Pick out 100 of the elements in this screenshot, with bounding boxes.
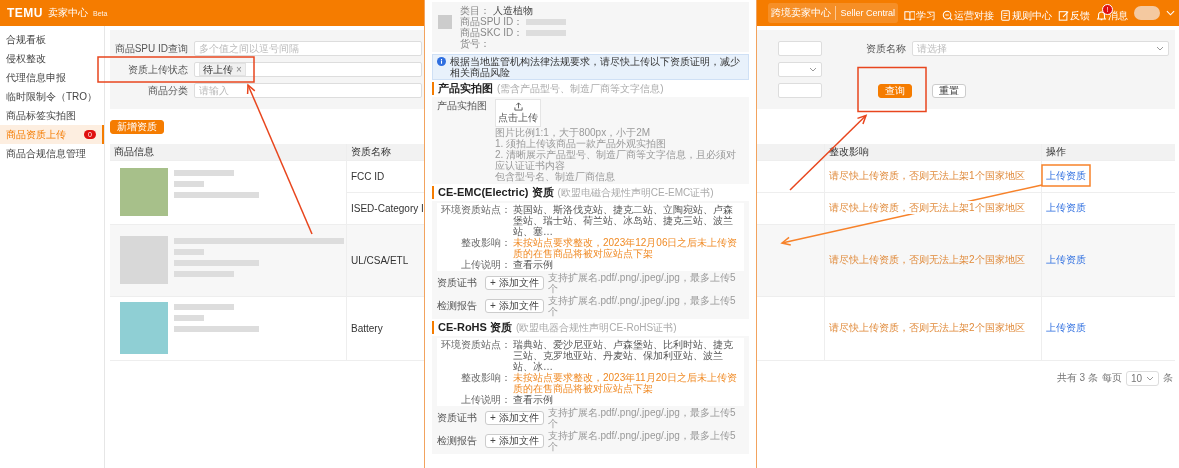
field-label: 上传说明： bbox=[460, 394, 511, 405]
app-title: 卖家中心 bbox=[48, 6, 88, 20]
sidebar-item[interactable]: 临时限制令（TRO） bbox=[0, 87, 104, 106]
column-header: 整改影响 bbox=[824, 144, 1042, 160]
filter-tag[interactable]: 待上传 × bbox=[199, 63, 246, 76]
field-label: 上传说明： bbox=[460, 259, 511, 270]
field-label: 资质名称 bbox=[865, 41, 906, 56]
field-label: 检测报告 bbox=[437, 434, 478, 448]
add-file-button[interactable]: + 添加文件 bbox=[485, 299, 544, 313]
blurred-text bbox=[174, 170, 234, 176]
chevron-down-icon bbox=[1156, 46, 1164, 51]
blurred-text bbox=[526, 29, 567, 36]
hint-text: 支持扩展名.pdf/.png/.jpeg/.jpg，最多上传5个 bbox=[547, 295, 737, 317]
column-header: 商品信息 bbox=[110, 144, 347, 160]
field-label: 商品SPU ID查询 bbox=[113, 41, 188, 56]
total-count: 共有 3 条 bbox=[1056, 371, 1098, 385]
logo[interactable]: TEMU bbox=[7, 6, 43, 20]
input-field[interactable]: 请输入 bbox=[194, 83, 422, 98]
blurred-text bbox=[526, 18, 567, 25]
field-label: 环境资质站点： bbox=[441, 204, 511, 217]
blurred-text bbox=[174, 315, 204, 321]
warning-text: 请尽快上传资质，否则无法上架1个国家地区 bbox=[829, 201, 1025, 214]
section-title: CE-EMC(Electric) 资质 bbox=[438, 186, 554, 198]
add-button[interactable]: 新增资质 bbox=[110, 120, 164, 134]
document-icon bbox=[1000, 10, 1011, 21]
photo-placeholder bbox=[120, 168, 168, 216]
upload-link[interactable]: 上传资质 bbox=[1046, 254, 1086, 265]
section-title: CE-RoHS 资质 bbox=[438, 321, 512, 333]
upload-link[interactable]: 上传资质 bbox=[1046, 202, 1086, 213]
nav-link[interactable]: 规则中心 bbox=[1000, 3, 1052, 23]
nav-link[interactable]: 反馈 bbox=[1058, 3, 1090, 23]
chevron-down-icon bbox=[1166, 10, 1175, 16]
example-link[interactable]: 查看示例 bbox=[513, 394, 740, 405]
page-size-select[interactable]: 10 bbox=[1125, 370, 1159, 386]
page-size-label: 每页 bbox=[1101, 371, 1122, 385]
select-field[interactable] bbox=[778, 62, 822, 77]
field-value: 瑞典站、爱沙尼亚站、卢森堡站、比利时站、捷克三站、克罗地亚站、丹麦站、保加利亚站、波兰站、冰… bbox=[513, 339, 734, 372]
nav-link[interactable]: 学习 bbox=[904, 3, 936, 23]
bell-icon bbox=[1096, 10, 1107, 21]
add-file-button[interactable]: + 添加文件 bbox=[485, 434, 544, 448]
upload-link[interactable]: 上传资质 bbox=[1046, 322, 1086, 333]
notice-text: 根据当地监管机构法律法规要求，请尽快上传以下资质证明，减少相关商品风险 bbox=[450, 56, 741, 78]
field-label: 产品实拍图 bbox=[437, 99, 488, 113]
annotation-box bbox=[857, 66, 927, 113]
input-field[interactable] bbox=[778, 41, 822, 56]
chevron-down-icon bbox=[1146, 375, 1154, 381]
sidebar-item[interactable]: 商品标签实拍图 bbox=[0, 106, 104, 125]
field-label: 资质证书 bbox=[437, 276, 478, 290]
upload-icon bbox=[513, 101, 523, 111]
warning-text: 请尽快上传资质，否则无法上架2个国家地区 bbox=[829, 253, 1025, 266]
sidebar-item[interactable]: 侵权整改 bbox=[0, 49, 104, 68]
sidebar-item[interactable]: 商品合规信息管理 bbox=[0, 144, 104, 163]
hint-text: 包含型号名、制造厂商信息 bbox=[495, 171, 616, 182]
search-button[interactable]: 查询 bbox=[878, 83, 912, 98]
portal-label: Seller Central bbox=[839, 8, 895, 18]
hint-text: 支持扩展名.pdf/.png/.jpeg/.jpg，最多上传5个 bbox=[547, 272, 737, 294]
tag-select[interactable]: 待上传 × bbox=[194, 62, 422, 77]
upload-button[interactable]: 点击上传 bbox=[495, 99, 541, 127]
info-icon bbox=[437, 57, 446, 66]
blurred-text bbox=[174, 271, 234, 277]
book-icon bbox=[904, 10, 915, 21]
field-label: 货号： bbox=[460, 38, 490, 49]
example-link[interactable]: 查看示例 bbox=[513, 259, 740, 270]
field-value: 英国站、斯洛伐克站、捷克二站、立陶宛站、卢森堡站、瑞士站、荷兰站、冰岛站、捷克三站、波兰站、塞… bbox=[513, 204, 734, 237]
field-label: 资质证书 bbox=[437, 411, 478, 425]
avatar-placeholder[interactable] bbox=[1134, 6, 1160, 20]
field-label: 资质上传状态 bbox=[127, 62, 188, 77]
field-label: 商品分类 bbox=[147, 83, 188, 98]
section-subtitle: (需含产品型号、制造厂商等文字信息) bbox=[497, 83, 664, 95]
field-label: 类目： bbox=[460, 5, 490, 16]
column-header: 操作 bbox=[1041, 144, 1175, 160]
field-label: 整改影响： bbox=[460, 237, 511, 250]
portal-label: 跨境卖家中心 bbox=[771, 6, 837, 20]
blurred-text bbox=[174, 181, 204, 187]
field-label: 环境资质站点： bbox=[441, 339, 511, 352]
warning-text: 请尽快上传资质，否则无法上架2个国家地区 bbox=[829, 321, 1025, 334]
hint-text: 2. 清晰展示产品型号、制造厂商等文字信息，且必须对应认证证书内容 bbox=[495, 149, 738, 171]
section-subtitle: (欧盟电磁合规性声明CE-EMC证书) bbox=[557, 187, 714, 199]
tag-remove[interactable]: × bbox=[236, 64, 242, 75]
warning-text: 未按站点要求整改，2023年12月06日之后未上传资质的在售商品将被对应站点下架 bbox=[513, 237, 739, 259]
hint-text: 支持扩展名.pdf/.png/.jpeg/.jpg，最多上传5个 bbox=[547, 407, 737, 429]
section-subtitle: (欧盟电器合规性声明CE-RoHS证书) bbox=[515, 322, 677, 334]
annotation-box bbox=[1041, 164, 1091, 187]
add-file-button[interactable]: + 添加文件 bbox=[485, 411, 544, 425]
unit-label: 条 bbox=[1163, 371, 1173, 385]
blurred-text bbox=[174, 249, 204, 255]
warning-text: 未按站点要求整改，2023年11月20日之后未上传资质的在售商品将被对应站点下架 bbox=[513, 372, 738, 394]
input-field[interactable] bbox=[778, 83, 822, 98]
add-file-button[interactable]: + 添加文件 bbox=[485, 276, 544, 290]
sidebar-item[interactable]: 合规看板 bbox=[0, 30, 104, 49]
photo-placeholder bbox=[120, 236, 168, 284]
sidebar-item[interactable]: 代理信息申报 bbox=[0, 68, 104, 87]
chevron-down-icon bbox=[809, 67, 817, 72]
field-value: 人造植物 bbox=[493, 5, 533, 16]
field-label: 整改影响： bbox=[460, 372, 511, 385]
warning-text: 请尽快上传资质，否则无法上架1个国家地区 bbox=[829, 169, 1025, 182]
nav-link[interactable]: 运营对接 bbox=[942, 3, 994, 23]
reset-button[interactable]: 重置 bbox=[932, 83, 966, 98]
upload-link[interactable]: 上传资质 bbox=[1046, 170, 1086, 181]
hint-text: 支持扩展名.pdf/.png/.jpeg/.jpg，最多上传5个 bbox=[547, 430, 737, 452]
